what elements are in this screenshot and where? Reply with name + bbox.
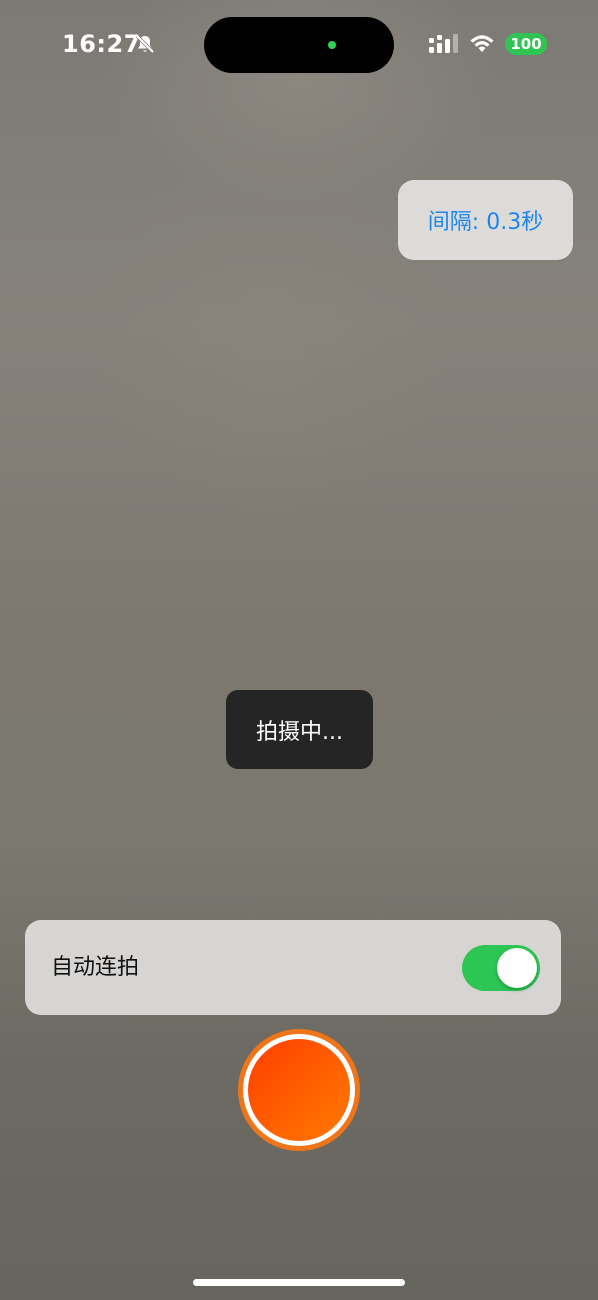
signal-icon — [429, 34, 458, 53]
wifi-icon — [470, 35, 494, 52]
shutter-core — [248, 1039, 350, 1141]
toggle-knob — [497, 948, 537, 988]
auto-burst-label: 自动连拍 — [51, 955, 140, 980]
shutter-ring — [243, 1034, 355, 1146]
home-indicator[interactable] — [193, 1279, 405, 1286]
camera-in-use-indicator — [328, 41, 336, 49]
auto-burst-row: 自动连拍 — [25, 920, 561, 1015]
capturing-toast: 拍摄中... — [226, 690, 373, 769]
battery-indicator: 100 — [505, 33, 547, 55]
bell-off-icon — [135, 34, 155, 54]
shutter-button[interactable] — [238, 1029, 360, 1151]
status-time: 16:27 — [62, 30, 141, 58]
dynamic-island — [204, 17, 394, 73]
auto-burst-toggle[interactable] — [462, 945, 540, 991]
interval-button[interactable]: 间隔: 0.3秒 — [398, 180, 573, 260]
